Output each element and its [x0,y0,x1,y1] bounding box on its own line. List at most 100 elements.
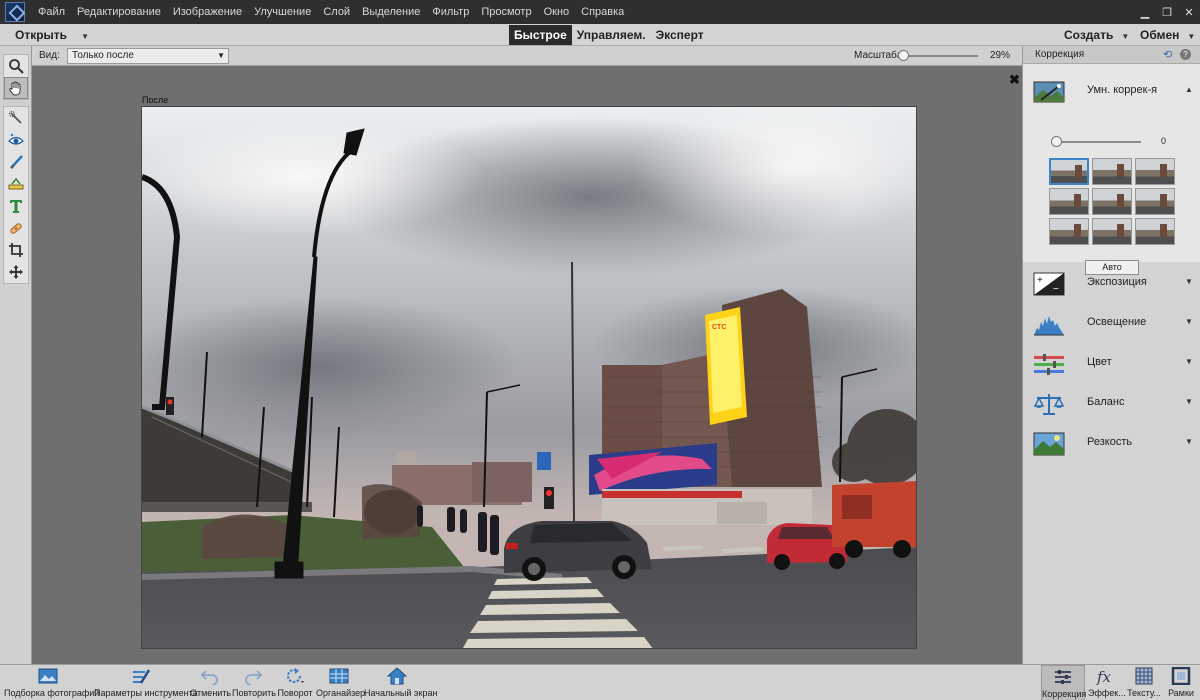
reset-icon[interactable]: ⟲ [1163,48,1172,61]
move-tool[interactable] [4,261,28,283]
view-tools-group [3,54,29,100]
preset-thumbnail[interactable] [1092,158,1132,185]
menu-help[interactable]: Справка [575,0,630,24]
open-button[interactable]: Открыть ▼ [15,24,89,46]
menu-select[interactable]: Выделение [356,0,426,24]
fx-icon: fx [1096,668,1112,685]
create-button[interactable]: Создать ▼ [1064,24,1129,46]
whiten-teeth-tool[interactable] [4,151,28,173]
preset-thumbnail[interactable] [1135,218,1175,245]
street-photo: CTC [142,107,916,648]
hand-tool[interactable] [4,77,28,99]
frames-panel-button[interactable]: Рамки [1164,665,1198,700]
magnifier-icon [9,59,24,74]
adjustment-label: Освещение [1087,316,1147,328]
open-label: Открыть [15,28,68,42]
quick-selection-tool[interactable] [4,107,28,129]
close-window-icon[interactable]: ✕ [1178,0,1200,24]
preset-thumbnail[interactable] [1092,188,1132,215]
adjustment-sharpen[interactable]: Резкость ▼ [1023,424,1200,464]
straighten-tool[interactable] [4,173,28,195]
adjustment-balance[interactable]: Баланс ▼ [1023,384,1200,424]
adjustments-panel-button[interactable]: Коррекция [1041,665,1086,700]
view-select-value: Только после [72,50,134,61]
smart-fix-slider[interactable] [1051,136,1141,147]
adjustment-lighting[interactable]: Освещение ▼ [1023,304,1200,344]
exposure-icon: + − [1033,272,1065,296]
photo-bin-button[interactable]: Подборка фотографий [4,665,100,700]
tool-options-button[interactable]: Параметры инструмента [94,665,198,700]
rotate-icon [287,668,304,683]
organizer-button[interactable]: Органайзер [316,665,365,700]
undo-button[interactable]: Отменить [190,665,231,700]
adjustment-label: Резкость [1087,436,1133,448]
menu-enhance[interactable]: Улучшение [248,0,317,24]
preset-thumbnail[interactable] [1049,188,1089,215]
smart-fix-label: Умн. коррек-я [1087,84,1158,96]
svg-text:CTC: CTC [712,324,726,331]
zoom-slider-thumb[interactable] [898,50,909,61]
menu-file[interactable]: Файл [32,0,71,24]
smart-fix-icon [1033,81,1065,103]
bottom-bar: Подборка фотографий Параметры инструмент… [0,664,1200,700]
adjustment-exposure[interactable]: + − Экспозиция ▼ [1023,264,1200,304]
eye-icon [8,133,24,145]
tab-expert[interactable]: Эксперт [651,25,709,45]
tab-guided[interactable]: Управляем. [572,25,651,45]
color-icon [1034,354,1064,375]
straighten-icon [8,177,24,190]
adjustments-icon [1055,670,1071,684]
minimize-icon[interactable]: ▁ [1134,0,1156,24]
zoom-tool[interactable] [4,55,28,77]
redo-button[interactable]: Повторить [232,665,276,700]
close-icon[interactable]: ✖ [1009,72,1020,88]
smart-fix-header[interactable]: Умн. коррек-я ▲ [1023,72,1200,112]
preset-thumbnail[interactable] [1049,158,1089,185]
preset-thumbnail[interactable] [1135,158,1175,185]
chevron-down-icon: ▼ [81,32,89,41]
spot-healing-tool[interactable] [4,217,28,239]
photo-canvas[interactable]: CTC [141,106,917,649]
menu-image[interactable]: Изображение [167,0,248,24]
red-eye-tool[interactable] [4,129,28,151]
bottom-label: Начальный экран [364,688,438,698]
preset-thumbnail[interactable] [1092,218,1132,245]
smart-fix-value: 0 [1161,136,1167,146]
adjustment-label: Баланс [1087,396,1125,408]
share-button[interactable]: Обмен ▼ [1140,24,1195,46]
crop-tool[interactable] [4,239,28,261]
menu-filter[interactable]: Фильтр [426,0,475,24]
bottom-label: Поворот [277,688,313,698]
chevron-down-icon: ▼ [1121,32,1130,41]
adjustment-color[interactable]: Цвет ▼ [1023,344,1200,384]
view-select[interactable]: Только после ▼ [67,48,229,64]
home-screen-button[interactable]: Начальный экран [364,665,438,700]
effects-panel-button[interactable]: fx Эффек... [1088,665,1126,700]
menu-edit[interactable]: Редактирование [71,0,167,24]
brush-icon [10,155,23,169]
zoom-slider[interactable] [896,50,978,61]
bottom-label: Рамки [1168,688,1194,698]
chevron-down-icon: ▼ [1185,437,1193,446]
tool-options-icon [133,669,151,684]
tab-quick[interactable]: Быстрое [509,25,572,45]
preset-thumbnail[interactable] [1135,188,1175,215]
menu-window[interactable]: Окно [538,0,576,24]
window-controls: ▁ ❐ ✕ [1134,0,1200,24]
menu-view[interactable]: Просмотр [475,0,537,24]
textures-panel-button[interactable]: Тексту... [1126,665,1162,700]
help-icon[interactable]: ? [1180,49,1191,60]
hand-icon [9,81,21,96]
preset-thumbnail[interactable] [1049,218,1089,245]
sharpen-icon [1033,432,1065,456]
app-logo-icon [5,2,25,22]
toolbox [0,46,32,664]
menu-layer[interactable]: Слой [317,0,356,24]
bandage-icon [10,223,22,234]
smart-fix-slider-thumb[interactable] [1051,136,1062,147]
adjustment-label: Цвет [1087,356,1112,368]
restore-icon[interactable]: ❐ [1156,0,1178,24]
type-tool[interactable] [4,195,28,217]
rotate-button[interactable]: Поворот [276,665,314,700]
bottom-label: Подборка фотографий [4,688,100,698]
